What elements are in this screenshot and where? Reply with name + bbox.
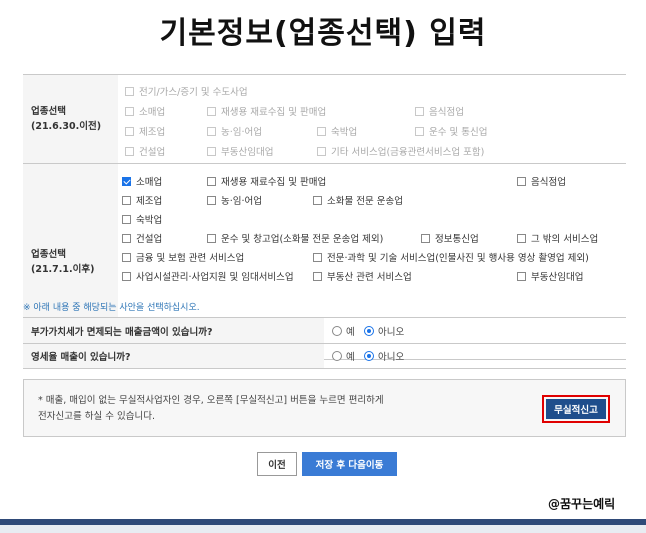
new-checkbox-manufacturing[interactable]: 제조업: [122, 193, 162, 207]
old-checkbox-agriculture[interactable]: 농·임·어업: [207, 124, 262, 138]
checkbox-icon: [317, 146, 326, 156]
checkbox-icon: [313, 195, 322, 205]
label-line2: (21.7.1.이후): [31, 263, 95, 275]
checkbox-icon: [207, 176, 216, 186]
old-checkbox-lodging[interactable]: 숙박업: [317, 124, 357, 138]
radio-icon: [332, 351, 342, 361]
checkbox-icon: [207, 146, 216, 156]
checkbox-icon: [207, 126, 216, 136]
checkbox-icon: [122, 195, 131, 205]
checkbox-icon: [517, 176, 526, 186]
old-checkbox-real-estate-rental[interactable]: 부동산임대업: [207, 144, 273, 158]
checkbox-icon: [125, 146, 134, 156]
new-checkbox-agriculture[interactable]: 농·임·어업: [207, 193, 262, 207]
question-label: 부가가치세가 면제되는 매출금액이 있습니까?: [23, 318, 324, 343]
old-checkbox-utilities[interactable]: 전기/가스/증기 및 수도사업: [125, 84, 248, 98]
checkbox-icon: [207, 195, 216, 205]
checkbox-icon: [517, 271, 526, 281]
info-text: * 매출, 매입이 없는 무실적사업자인 경우, 오른쪽 [무실적신고] 버튼을…: [38, 395, 384, 422]
question-row-tax-exempt: 부가가치세가 면제되는 매출금액이 있습니까? 예 아니오: [23, 317, 626, 343]
checkbox-icon: [415, 126, 424, 136]
checkbox-icon: [122, 214, 131, 224]
checkbox-icon: [207, 233, 216, 243]
checkbox-icon: [317, 126, 326, 136]
new-checkbox-professional[interactable]: 전문·과학 및 기술 서비스업(인물사진 및 행사용 영상 촬영업 제외): [313, 250, 589, 264]
checkbox-icon: [313, 271, 322, 281]
old-checkbox-recycling[interactable]: 재생용 재료수집 및 판매업: [207, 104, 326, 118]
industry-row-before: 업종선택 (21.6.30.이전) 전기/가스/증기 및 수도사업 소매업 재생…: [23, 74, 626, 163]
bottom-bar-light: [0, 525, 646, 533]
old-checkbox-restaurant[interactable]: 음식점업: [415, 104, 464, 118]
radio-yes[interactable]: 예: [332, 318, 355, 343]
label-line1: 업종선택: [31, 248, 66, 260]
old-checkbox-retail[interactable]: 소매업: [125, 104, 165, 118]
new-checkbox-other-services[interactable]: 그 밖의 서비스업: [517, 231, 598, 245]
radio-icon: [332, 325, 342, 336]
new-checkbox-transport-warehouse[interactable]: 운수 및 창고업(소화물 전문 운송업 제외): [207, 231, 383, 245]
checkbox-icon: [122, 233, 131, 243]
new-checkbox-construction[interactable]: 건설업: [122, 231, 162, 245]
checkbox-icon: [207, 106, 216, 116]
old-checkbox-other-services[interactable]: 기타 서비스업(금융관련서비스업 포함): [317, 144, 484, 158]
checkbox-icon: [125, 106, 134, 116]
new-checkbox-ict[interactable]: 정보통신업: [421, 231, 479, 245]
new-checkbox-finance[interactable]: 금융 및 보험 관련 서비스업: [122, 250, 244, 264]
radio-selected-icon: [364, 325, 374, 336]
old-checkbox-construction[interactable]: 건설업: [125, 144, 165, 158]
new-checkbox-facility-management[interactable]: 사업시설관리·사업지원 및 임대서비스업: [122, 269, 294, 283]
new-checkbox-restaurant[interactable]: 음식점업: [517, 174, 566, 188]
new-checkbox-real-estate-services[interactable]: 부동산 관련 서비스업: [313, 269, 412, 283]
no-activity-info-box: * 매출, 매입이 없는 무실적사업자인 경우, 오른쪽 [무실적신고] 버튼을…: [23, 379, 626, 437]
old-checkbox-transport[interactable]: 운수 및 통신업: [415, 124, 487, 138]
radio-yes[interactable]: 예: [332, 344, 355, 368]
checkbox-checked-icon: [122, 176, 131, 186]
watermark: @꿈꾸는예릭: [548, 497, 616, 511]
save-next-button[interactable]: 저장 후 다음이동: [302, 452, 397, 476]
question-label: 영세율 매출이 있습니까?: [23, 344, 324, 368]
checkbox-icon: [125, 86, 134, 96]
question-row-zero-rate: 영세율 매출이 있습니까? 예 아니오: [23, 343, 626, 369]
new-checkbox-recycling[interactable]: 재생용 재료수집 및 판매업: [207, 174, 326, 188]
new-checkbox-retail[interactable]: 소매업: [122, 174, 162, 188]
checkbox-icon: [517, 233, 526, 243]
page-title: 기본정보(업종선택) 입력: [159, 16, 487, 51]
checkbox-icon: [122, 271, 131, 281]
checkbox-icon: [415, 106, 424, 116]
label-line2: (21.6.30.이전): [31, 121, 102, 132]
new-checkbox-real-estate-rental[interactable]: 부동산임대업: [517, 269, 583, 283]
old-checkbox-manufacturing[interactable]: 제조업: [125, 124, 165, 138]
checkbox-icon: [122, 252, 131, 262]
label-line1: 업종선택: [31, 106, 66, 117]
highlight-box: 무실적신고: [542, 395, 610, 423]
checkbox-icon: [313, 252, 322, 262]
new-checkbox-lodging[interactable]: 숙박업: [122, 212, 162, 226]
radio-no[interactable]: 아니오: [364, 344, 404, 368]
new-checkbox-parcel-delivery[interactable]: 소화물 전문 운송업: [313, 193, 403, 207]
no-activity-report-button[interactable]: 무실적신고: [546, 399, 606, 419]
checkbox-icon: [421, 233, 430, 243]
checkbox-icon: [125, 126, 134, 136]
notice-text: ※ 아래 내용 중 해당되는 사안을 선택하십시오.: [23, 303, 200, 313]
radio-selected-icon: [364, 351, 374, 361]
prev-button[interactable]: 이전: [257, 452, 297, 476]
radio-no[interactable]: 아니오: [364, 318, 404, 343]
industry-label-before: 업종선택 (21.6.30.이전): [23, 75, 118, 163]
